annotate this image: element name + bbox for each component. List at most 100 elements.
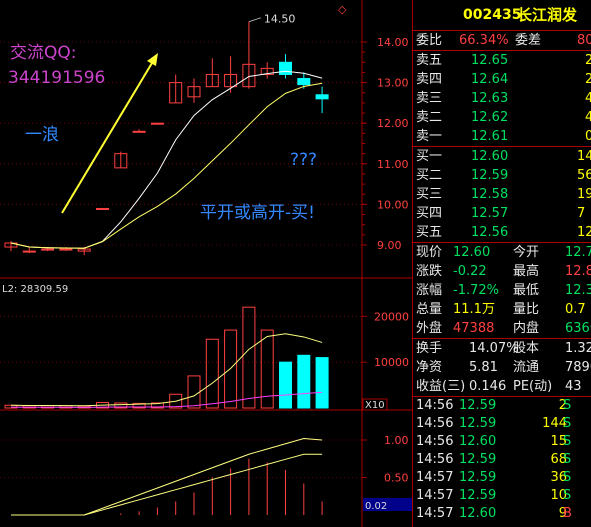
price-axis-label: 9.00 (377, 239, 402, 252)
stat-label: 今开 (513, 245, 540, 260)
ask-price: 12.65 (471, 53, 509, 68)
volume-ma-line (10, 333, 323, 407)
bid-volume: 14 (577, 149, 591, 164)
peak-marker-line (248, 17, 262, 23)
bid-price: 12.58 (471, 187, 509, 202)
ask-row: 卖一 12.61 0 (413, 127, 591, 146)
bid-row: 买四 12.57 7 (413, 204, 591, 223)
qq-number: 344191596 (8, 68, 105, 88)
candle (150, 122, 164, 125)
ask-label: 卖二 (416, 110, 443, 125)
bid-row: 买三 12.58 19 (413, 185, 591, 204)
tick-price: 12.60 (459, 434, 497, 449)
volume-bar (205, 338, 219, 409)
stats-row: 总量 11.1万 量比 0.7 (413, 300, 591, 319)
candle (4, 240, 18, 252)
ask-list: 卖五 12.65 2 卖四 12.64 2 卖三 12.63 4 卖二 12.62 4 卖一 12.61 0 (413, 50, 591, 146)
tick-price: 12.59 (459, 398, 497, 413)
candle (224, 56, 238, 93)
volume-bar (297, 354, 311, 409)
fundamental-label: 收益(三) (416, 379, 466, 394)
fundamental-label: 换手 (416, 341, 443, 356)
ask-volume: 2 (585, 53, 591, 68)
tick-price: 12.59 (459, 416, 497, 431)
bid-volume: 56 (577, 168, 591, 183)
tick-price: 12.59 (459, 470, 497, 485)
multiplier-label: X10 (365, 400, 385, 411)
kline-chart-area[interactable]: 14.00 13.00 12.00 11.00 10.00 9.00 14.50 ◇ 交流QQ:… (0, 0, 412, 527)
ask-row: 卖三 12.63 4 (413, 89, 591, 108)
tick-side: S (563, 434, 572, 449)
bid-price: 12.56 (471, 225, 509, 240)
ask-label: 卖五 (416, 53, 443, 68)
stat-value: 6360 (565, 321, 591, 336)
stats-row: 外盘 47388 内盘 6360 (413, 319, 591, 338)
tick-time: 14:56 (416, 452, 454, 467)
tick-row[interactable]: 14:56 12.60 15 S (413, 433, 591, 451)
volume-bar (187, 375, 201, 409)
bid-list: 买一 12.60 14 买二 12.59 56 买三 12.58 19 买四 12.57 7 买五 12.… (413, 146, 591, 242)
bid-price: 12.60 (471, 149, 509, 164)
volume-ma2-line (10, 391, 323, 408)
fundamental-label: PE(动) (513, 379, 553, 394)
tick-time: 14:57 (416, 506, 454, 521)
candle (114, 151, 128, 169)
advice-label: 平开或高开-买! (200, 203, 315, 223)
tick-row[interactable]: 14:57 12.59 36 S (413, 469, 591, 487)
bid-label: 买四 (416, 206, 443, 221)
ask-label: 卖三 (416, 91, 443, 106)
diff-label: 委差 (515, 33, 542, 48)
fundamental-label: 股本 (513, 341, 540, 356)
candle-body (41, 248, 55, 251)
candle (132, 129, 146, 133)
bid-volume: 7 (577, 206, 586, 221)
candle (96, 207, 109, 210)
bid-price: 12.59 (471, 168, 509, 183)
kline-chart[interactable]: 14.00 13.00 12.00 11.00 10.00 9.00 14.50 ◇ 交流QQ:… (0, 0, 412, 527)
stat-label: 最低 (513, 283, 540, 298)
stat-value: 12.60 (453, 245, 491, 260)
stat-value: 0.7 (565, 302, 586, 317)
fundamental-value: 7890 (565, 360, 591, 375)
stat-value: 12.3 (565, 283, 591, 298)
ask-label: 卖一 (416, 129, 443, 144)
bid-label: 买二 (416, 168, 443, 183)
tick-side: S (563, 470, 572, 485)
stat-label: 涨幅 (416, 283, 443, 298)
candle-body (59, 248, 73, 251)
fundamental-value: 43 (565, 379, 582, 394)
qq-label: 交流QQ: (10, 43, 77, 63)
ask-price: 12.61 (471, 129, 509, 144)
tick-row[interactable]: 14:57 12.60 9 B (413, 505, 591, 523)
bid-label: 买三 (416, 187, 443, 202)
candle (315, 86, 329, 114)
diamond-icon: ◇ (338, 3, 347, 16)
stat-value: 12.7 (565, 245, 591, 260)
tick-row[interactable]: 14:56 12.59 68 S (413, 451, 591, 469)
tick-row[interactable]: 14:56 12.59 2 S (413, 397, 591, 415)
tick-row[interactable]: 14:56 12.59 144 S (413, 415, 591, 433)
ask-price: 12.62 (471, 110, 509, 125)
quote-panel: 002435 长江润发 委比 66.34% 委差 80 卖五 12.65 2 卖四 12… (412, 0, 591, 527)
volume-bar (279, 361, 292, 409)
tick-price: 12.59 (459, 452, 497, 467)
tick-list[interactable]: 14:56 12.59 2 S 14:56 12.59 144 S 14:56 12.60 15 S 1… (413, 396, 591, 523)
ask-volume: 4 (585, 110, 591, 125)
stat-label: 现价 (416, 245, 443, 260)
candle (22, 247, 36, 254)
candle-body (150, 122, 164, 125)
ask-volume: 2 (585, 72, 591, 87)
trend-arrow-head (147, 53, 158, 66)
tick-time: 14:57 (416, 470, 454, 485)
candle-body (22, 250, 36, 253)
stat-value: 12.8 (565, 264, 591, 279)
price-axis-label: 14.00 (377, 36, 409, 49)
bid-volume: 12 (577, 225, 591, 240)
tick-row[interactable]: 14:57 12.59 10 S (413, 487, 591, 505)
fundamental-value: 14.07% (469, 341, 519, 356)
indicator-value: 0.02 (365, 501, 387, 512)
ask-row: 卖二 12.62 4 (413, 108, 591, 127)
fundamental-row: 净资 5.81 流通 7890 (413, 358, 591, 377)
volume-bar (315, 357, 329, 409)
ask-volume: 0 (585, 129, 591, 144)
